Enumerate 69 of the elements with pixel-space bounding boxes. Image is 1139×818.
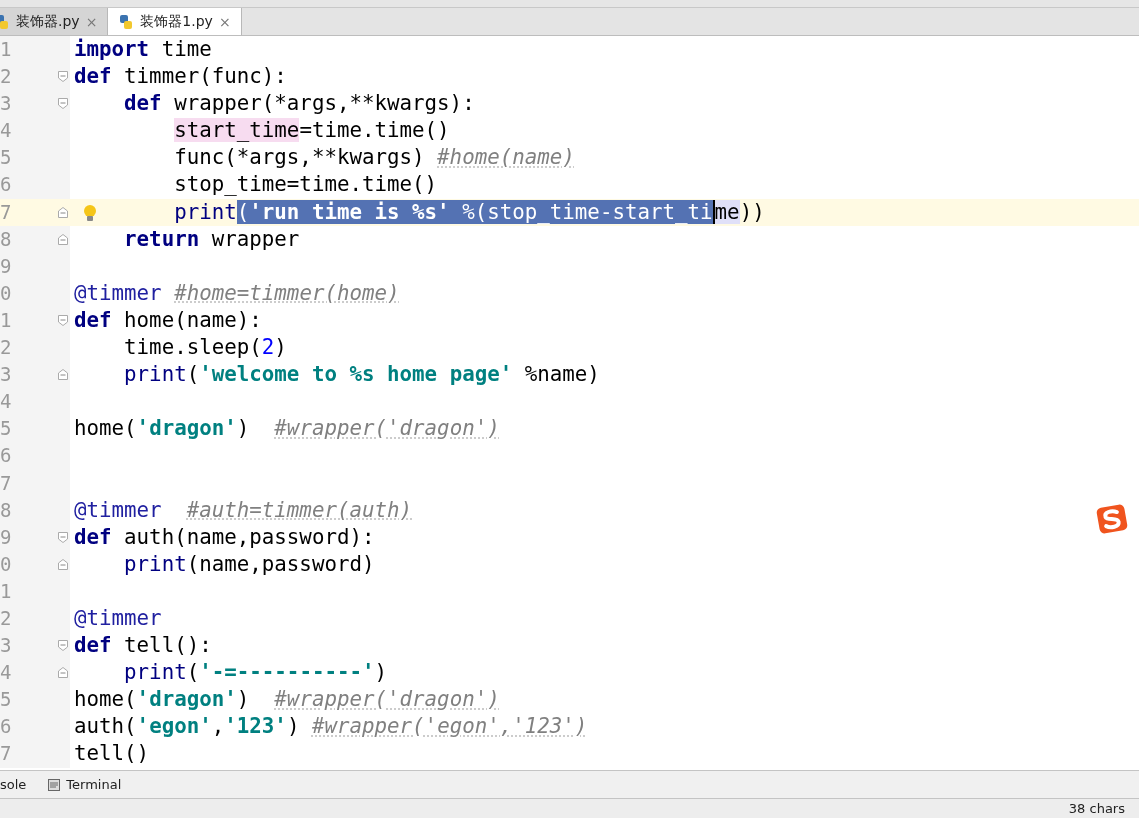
code-line: def auth(name,password): [73,523,375,551]
python-file-icon [118,13,135,30]
file-tab[interactable]: 装饰器.py × [0,8,109,35]
code-line: def timmer(func): [73,63,287,91]
fold-marker-icon[interactable] [58,233,68,245]
selection-count: 38 chars [1068,801,1125,816]
line-number: 5 [0,688,12,711]
line-number: 9 [0,254,12,277]
line-number: 1 [0,308,12,331]
line-number: 5 [0,417,12,440]
line-number: 8 [0,227,12,250]
code-line: func(*args,**kwargs) #home(name) [173,144,575,172]
fold-marker-icon[interactable] [58,71,68,83]
code-line: print('welcome to %s home page' %name) [123,361,600,389]
fold-marker-icon[interactable] [58,98,68,110]
code-line: stop_time=time.time() [173,171,438,199]
code-line: def wrapper(*args,**kwargs): [123,90,475,118]
code-line: home('dragon') #wrapper('dragon') [73,686,500,714]
code-line: time.sleep(2) [123,334,287,362]
line-number: 6 [0,444,12,467]
code-line: def home(name): [73,306,262,334]
line-number: 4 [0,661,12,684]
code-line: print('-=----------') [123,659,388,687]
line-number: 7 [0,200,12,223]
line-number: 3 [0,92,12,115]
close-icon[interactable]: × [218,13,231,30]
line-number: 3 [0,634,12,657]
fold-marker-icon[interactable] [58,206,68,218]
line-number: 6 [0,715,12,738]
input-method-icon[interactable] [1095,503,1129,535]
line-number: 3 [0,363,12,386]
tool-window-tab[interactable]: Terminal [48,777,122,792]
fold-marker-icon[interactable] [58,640,68,652]
line-number: 2 [0,336,12,359]
line-number: 1 [0,38,12,60]
code-line: auth('egon','123') #wrapper('egon','123') [73,713,588,741]
line-number: 1 [0,579,12,602]
code-line: @timmer #auth=timmer(auth) [73,496,413,524]
line-number: 7 [0,471,12,494]
line-number: 7 [0,742,12,765]
line-number: 4 [0,390,12,413]
code-line: home('dragon') #wrapper('dragon') [73,415,500,443]
code-line: print('run time is %s' %(stop_time-start_time)) [173,198,765,226]
fold-marker-icon[interactable] [58,314,68,326]
tool-window-tab[interactable]: sole [0,777,27,792]
line-number: 2 [0,606,12,629]
line-number: 2 [0,65,12,88]
code-line: return wrapper [123,225,300,253]
lightbulb-icon[interactable] [82,203,98,222]
code-line: tell() [73,740,150,768]
line-number: 5 [0,146,12,169]
code-line: def tell(): [73,632,212,660]
code-line: @timmer [73,604,162,632]
fold-marker-icon[interactable] [58,667,68,679]
line-number: 4 [0,119,12,142]
line-number: 6 [0,173,12,196]
line-number: 0 [0,552,12,575]
file-tab[interactable]: 装饰器1.py × [108,8,242,35]
line-number: 0 [0,281,12,304]
code-line: start_time=time.time() [173,117,450,145]
code-line: print(name,password) [123,550,375,578]
fold-marker-icon[interactable] [58,558,68,570]
line-number: 8 [0,498,12,521]
fold-marker-icon[interactable] [58,369,68,381]
code-line: import time [73,36,212,63]
line-number: 9 [0,525,12,548]
terminal-icon [48,778,61,791]
fold-marker-icon[interactable] [58,531,68,543]
code-line: @timmer #home=timmer(home) [73,279,400,307]
